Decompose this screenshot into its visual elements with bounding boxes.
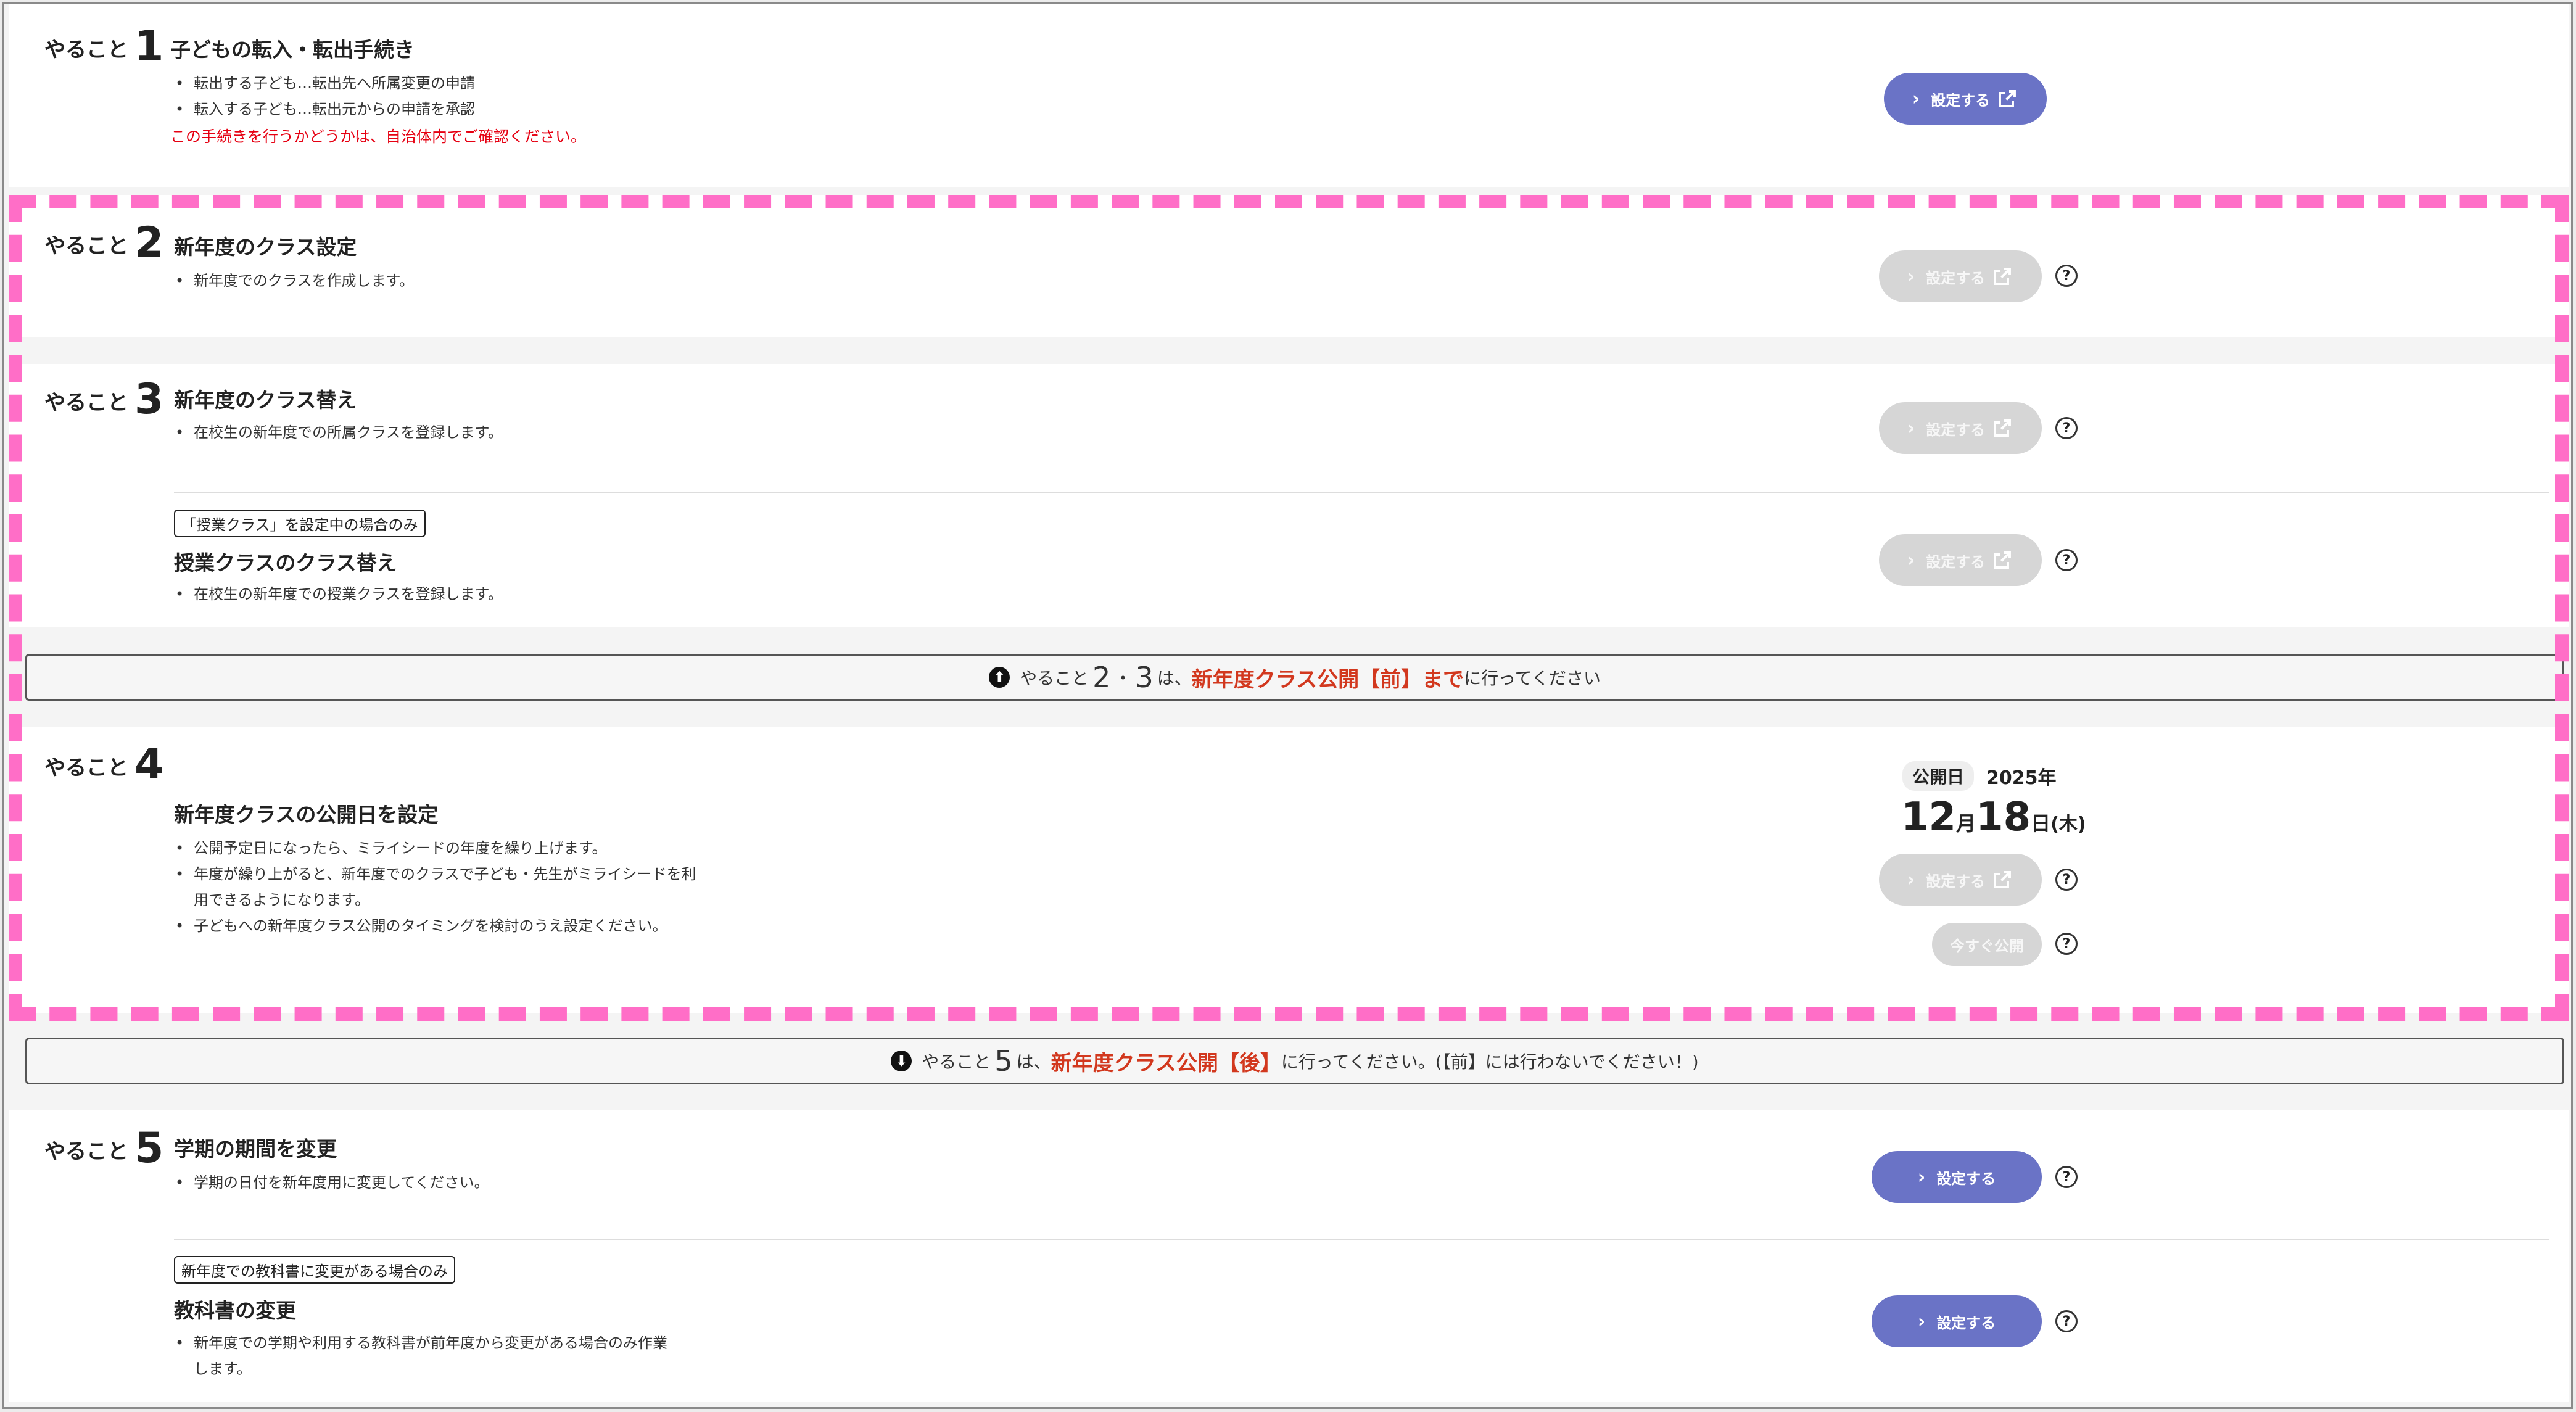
external-link-icon (1991, 417, 2013, 439)
help-icon[interactable]: ? (2055, 265, 2078, 287)
help-icon[interactable]: ? (2055, 933, 2078, 955)
chevron-right-icon: › (1907, 417, 1915, 439)
task-5-sub-bullet-continuation: します。 (194, 1360, 252, 1377)
task-2-label: やること 2 (44, 218, 164, 267)
task-2-bullet: 新年度でのクラスを作成します。 (175, 268, 414, 294)
publish-now-button[interactable]: 今すぐ公開 (1932, 923, 2042, 966)
task-3-sub-title: 授業クラスのクラス替え (174, 551, 397, 575)
task-1-bullet: 転出する子ども…転出先へ所属変更の申請 (175, 70, 475, 96)
chevron-right-icon: › (1907, 549, 1915, 571)
down-arrow-circle-icon: ⬇ (891, 1051, 912, 1071)
task-3-sub-bullet: 在校生の新年度での授業クラスを登録します。 (175, 581, 503, 607)
task-3-sub-settings-button[interactable]: › 設定する (1879, 534, 2042, 586)
notice-after-publish: ⬇ やること 5 は、 新年度クラス公開【後】 に行ってください。(【前】には行… (25, 1038, 2564, 1084)
task-4-label: やること 4 (44, 740, 164, 789)
chevron-right-icon: › (1907, 869, 1915, 891)
chevron-right-icon: › (1907, 265, 1915, 287)
chevron-right-icon: › (1912, 88, 1920, 110)
divider (174, 1239, 2549, 1240)
task-2-section: やること2 新年度のクラス設定 新年度でのクラスを作成します。 › 設定する ? (9, 195, 2569, 337)
task-3-section: やること3 新年度のクラス替え 在校生の新年度での所属クラスを登録します。 › … (9, 364, 2569, 627)
task-4-section: やること4 新年度クラスの公開日を設定 公開予定日になったら、ミライシードの年度… (9, 727, 2569, 1013)
task-3-title: 新年度のクラス替え (174, 388, 357, 412)
task-1-settings-button[interactable]: › 設定する (1884, 73, 2047, 125)
main-panel: やること1 子どもの転入・転出手続き 転出する子ども…転出先へ所属変更の申請 転… (2, 2, 2573, 1409)
external-link-icon (1991, 265, 2013, 287)
task-2-title: 新年度のクラス設定 (174, 235, 357, 259)
publish-date-label: 公開日 (1902, 761, 1975, 791)
condition-tag: 新年度での教科書に変更がある場合のみ (174, 1256, 455, 1284)
task-3-settings-button[interactable]: › 設定する (1879, 402, 2042, 454)
external-link-icon (1991, 869, 2013, 891)
chevron-right-icon: › (1917, 1166, 1926, 1188)
help-icon[interactable]: ? (2055, 1166, 2078, 1188)
task-4-bullet: 年度が繰り上がると、新年度でのクラスで子ども・先生がミライシードを利 (175, 861, 696, 887)
condition-tag: 「授業クラス」を設定中の場合のみ (174, 510, 426, 537)
task-1-section: やること1 子どもの転入・転出手続き 転出する子ども…転出先へ所属変更の申請 転… (9, 4, 2569, 187)
help-icon[interactable]: ? (2055, 549, 2078, 571)
task-5-bullet: 学期の日付を新年度用に変更してください。 (175, 1170, 489, 1195)
task-5-settings-button[interactable]: › 設定する (1872, 1151, 2042, 1203)
task-5-section: やること5 学期の期間を変更 学期の日付を新年度用に変更してください。 › 設定… (9, 1110, 2569, 1402)
publish-date: 12月18日(木) (1901, 795, 2086, 840)
task-4-title: 新年度クラスの公開日を設定 (174, 803, 439, 827)
task-1-title: 子どもの転入・転出手続き (170, 38, 415, 62)
task-1-label: やること 1 (44, 22, 164, 71)
task-1-note: この手続きを行うかどうかは、自治体内でご確認ください。 (170, 128, 587, 146)
task-4-bullet: 公開予定日になったら、ミライシードの年度を繰り上げます。 (175, 835, 607, 861)
task-5-title: 学期の期間を変更 (174, 1137, 337, 1161)
task-5-sub-bullet: 新年度での学期や利用する教科書が前年度から変更がある場合のみ作業 (175, 1330, 667, 1356)
task-5-sub-title: 教科書の変更 (174, 1298, 296, 1323)
help-icon[interactable]: ? (2055, 1310, 2078, 1332)
task-5-label: やること 5 (44, 1124, 164, 1173)
chevron-right-icon: › (1917, 1310, 1926, 1332)
help-icon[interactable]: ? (2055, 417, 2078, 439)
help-icon[interactable]: ? (2055, 869, 2078, 891)
task-4-settings-button[interactable]: › 設定する (1879, 854, 2042, 906)
task-3-bullet: 在校生の新年度での所属クラスを登録します。 (175, 419, 503, 445)
up-arrow-circle-icon: ⬆ (989, 667, 1010, 688)
external-link-icon (1991, 549, 2013, 571)
task-1-bullet: 転入する子ども…転出元からの申請を承認 (175, 96, 475, 122)
divider (174, 492, 2549, 493)
external-link-icon (1996, 88, 2018, 110)
task-4-bullet-continuation: 用できるようになります。 (194, 891, 370, 909)
publish-year: 2025年 (1986, 767, 2057, 789)
task-4-bullet: 子どもへの新年度クラス公開のタイミングを検討のうえ設定ください。 (175, 913, 667, 939)
task-5-sub-settings-button[interactable]: › 設定する (1872, 1295, 2042, 1347)
task-3-label: やること 3 (44, 375, 164, 424)
task-2-settings-button[interactable]: › 設定する (1879, 250, 2042, 302)
notice-before-publish: ⬆ やること 2 ・ 3 は、 新年度クラス公開【前】まで に行ってください (25, 654, 2564, 701)
